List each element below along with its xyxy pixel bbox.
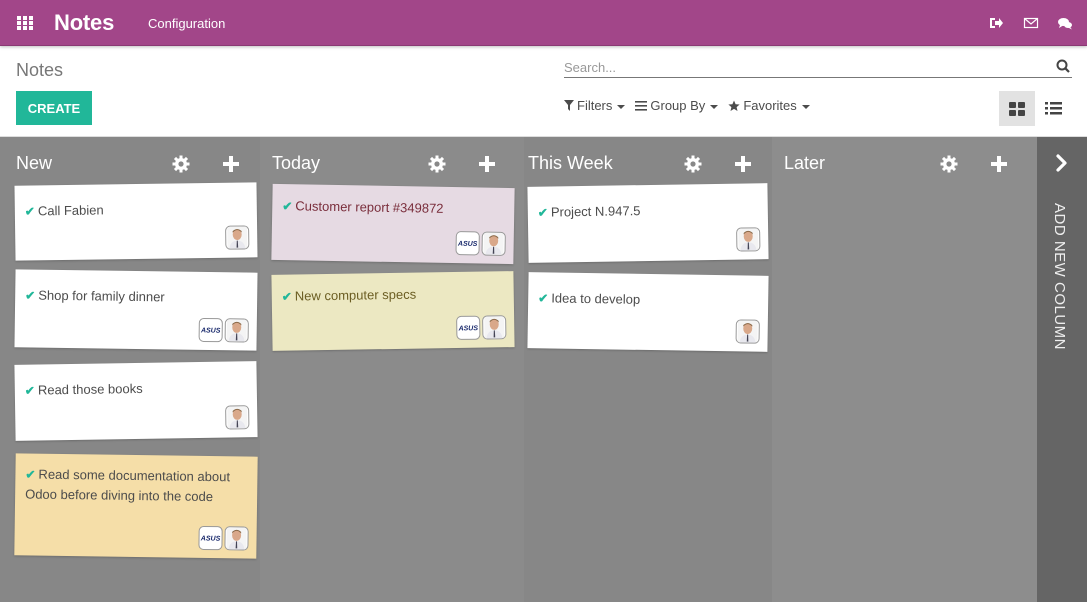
avatar [481,231,506,256]
company-logo [455,231,480,256]
filter-icon [564,100,574,111]
search-bar [564,56,1072,78]
breadcrumb: Notes [16,60,64,80]
column-title: Later [784,153,826,173]
check-icon[interactable]: ✔ [25,381,35,401]
filters-label: Filters [577,98,613,113]
company-logo [456,315,481,341]
menu-configuration[interactable]: Configuration [148,16,225,31]
favorites-dropdown[interactable]: Favorites [728,98,810,113]
kanban-column-later: Later [772,137,1037,602]
sign-out-icon[interactable] [988,15,1004,31]
card-title: Project N.947.5 [550,203,641,220]
kanban-board: New ✔ Call Fabien ✔ Shop for family dinner… [0,137,1087,602]
kanban-column-today: Today ✔ Customer report #349872 ✔ New comp… [260,137,524,602]
apps-menu-icon[interactable] [17,16,33,30]
card-title: Idea to develop [551,290,641,307]
create-button[interactable]: CREATE [16,91,92,125]
check-icon[interactable]: ✔ [25,285,35,305]
note-card[interactable]: ✔ Read those books [14,361,258,441]
column-title: This Week [528,153,613,173]
note-card[interactable]: ✔ Idea to develop [527,272,769,352]
search-input[interactable] [564,58,1044,76]
groupby-label: Group By [650,98,706,113]
envelope-icon[interactable] [1023,15,1039,31]
gear-icon[interactable] [172,155,190,173]
card-title: Shop for family dinner [38,287,165,305]
note-card[interactable]: ✔ Project N.947.5 [527,183,769,263]
chat-icon[interactable] [1057,15,1073,31]
filters-dropdown[interactable]: Filters [564,98,626,113]
check-icon[interactable]: ✔ [538,288,548,308]
top-navbar: Notes Configuration [0,0,1087,46]
favorites-label: Favorites [743,98,797,113]
plus-icon[interactable] [222,155,240,173]
kanban-column-new: New ✔ Call Fabien ✔ Shop for family dinner… [0,137,260,602]
column-title: Today [272,153,321,173]
note-card[interactable]: ✔ Call Fabien [14,182,258,261]
avatar [225,225,250,250]
check-icon[interactable]: ✔ [538,203,548,223]
note-card[interactable]: ✔ Read some documentation about Odoo befo… [14,453,258,559]
plus-icon[interactable] [478,155,496,173]
caret-down-icon [617,104,626,109]
avatar [735,319,760,344]
search-options: Filters Group By Favorites [564,98,820,113]
kanban-view-button[interactable] [999,91,1035,126]
avatar [225,405,250,430]
add-new-column[interactable]: ADD NEW COLUMN [1037,137,1087,602]
avatar [224,318,249,343]
note-card[interactable]: ✔ Shop for family dinner [14,269,258,351]
check-icon[interactable]: ✔ [25,201,35,221]
company-logo [198,525,223,551]
column-title: New [16,153,53,173]
add-new-column-label: ADD NEW COLUMN [1051,203,1068,351]
list-view-icon [1044,102,1062,115]
groupby-dropdown[interactable]: Group By [635,98,719,113]
star-icon [728,100,740,111]
check-icon[interactable]: ✔ [282,287,292,307]
plus-icon[interactable] [734,155,752,173]
gear-icon[interactable] [684,155,702,173]
app-title: Notes [54,10,115,35]
card-title: Read some documentation about Odoo befor… [25,466,231,505]
avatar [482,315,507,340]
note-card[interactable]: ✔ New computer specs [271,271,515,351]
kanban-column-this-week: This Week ✔ Project N.947.5 ✔ Idea to deve… [524,137,772,602]
check-icon[interactable]: ✔ [282,196,292,216]
check-icon[interactable]: ✔ [25,464,35,484]
avatar [224,526,249,551]
caret-down-icon [801,104,810,109]
note-card[interactable]: ✔ Customer report #349872 [271,183,515,265]
card-title: Call Fabien [37,202,104,219]
card-title: Customer report #349872 [295,198,444,216]
card-title: New computer specs [294,286,417,304]
bars-icon [635,100,648,111]
gear-icon[interactable] [428,155,446,173]
plus-icon[interactable] [990,155,1008,173]
list-view-button[interactable] [1035,91,1071,126]
company-logo [198,317,223,343]
kanban-view-icon [1009,101,1025,116]
search-icon[interactable] [1056,59,1070,73]
control-panel: Notes CREATE Filters Group By Favorites [0,46,1087,137]
card-title: Read those books [37,380,143,398]
caret-down-icon [710,104,719,109]
chevron-right-icon [1056,154,1067,172]
avatar [736,227,761,252]
gear-icon[interactable] [940,155,958,173]
